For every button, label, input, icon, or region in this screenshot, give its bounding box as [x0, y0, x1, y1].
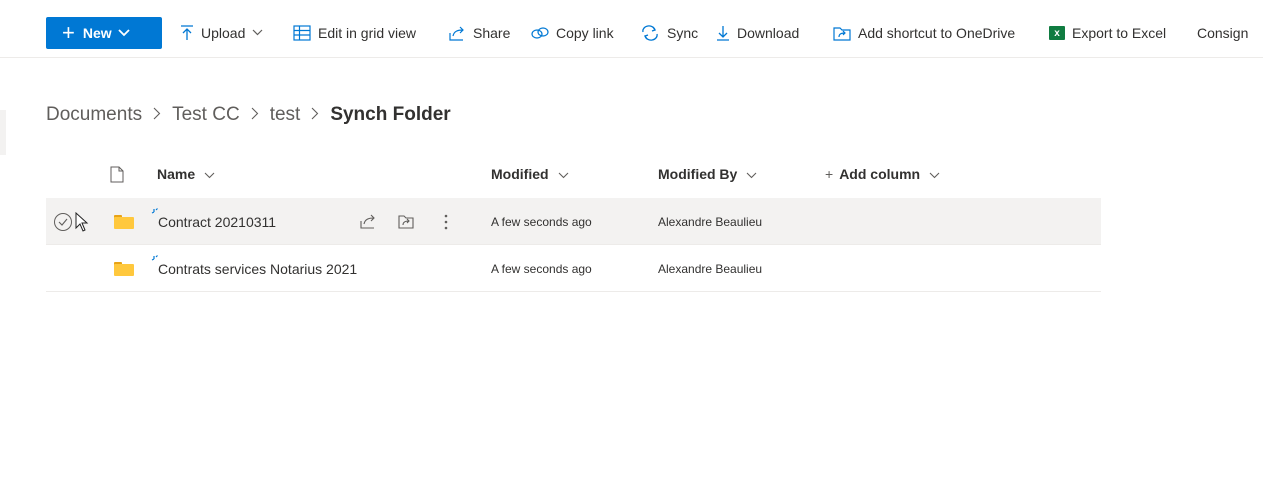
column-name-label: Name	[157, 166, 196, 182]
link-icon	[531, 26, 549, 40]
chevron-down-icon	[201, 170, 215, 182]
file-type-icon[interactable]	[110, 166, 124, 186]
sync-label: Sync	[667, 25, 699, 41]
row-modified: A few seconds ago	[491, 245, 592, 292]
row-select-checkbox[interactable]	[54, 198, 72, 245]
plus-icon: +	[62, 20, 75, 45]
list-header: Name Modified Modified By + Add column	[46, 152, 1101, 198]
cursor-pointer-icon	[75, 198, 89, 245]
row-modified-by-text: Alexandre Beaulieu	[658, 214, 763, 229]
download-label: Download	[737, 25, 800, 41]
row-modified-by-text: Alexandre Beaulieu	[658, 261, 763, 276]
share-label: Share	[473, 25, 511, 41]
chevron-down-icon	[118, 26, 130, 40]
row-name-link[interactable]: Contrats services Notarius 2021	[158, 245, 357, 292]
download-button[interactable]: Download	[716, 17, 799, 49]
add-column-button[interactable]: + Add column	[825, 166, 940, 182]
chevron-down-icon	[926, 170, 940, 182]
copy-link-label: Copy link	[556, 25, 614, 41]
row-share-button[interactable]	[360, 198, 376, 245]
column-header-name[interactable]: Name	[157, 166, 215, 182]
chevron-down-icon	[252, 27, 263, 39]
check-circle-icon	[54, 212, 72, 231]
sync-button[interactable]: Sync	[640, 17, 698, 49]
left-rail	[0, 110, 6, 155]
column-header-modified[interactable]: Modified	[491, 166, 569, 182]
export-excel-button[interactable]: x Export to Excel	[1049, 17, 1166, 49]
chevron-right-icon	[311, 107, 319, 123]
chevron-right-icon	[153, 107, 161, 123]
chevron-down-icon	[555, 170, 569, 182]
row-modified-by[interactable]: Alexandre Beaulieu	[658, 198, 762, 245]
plus-icon: +	[825, 166, 834, 182]
row-shortcut-button[interactable]	[398, 198, 414, 245]
excel-icon: x	[1049, 26, 1065, 40]
upload-label: Upload	[201, 25, 246, 41]
new-label: New	[82, 25, 112, 41]
upload-icon	[180, 25, 194, 41]
row-name: Contract 20210311	[158, 213, 277, 230]
breadcrumb-current: Synch Folder	[330, 104, 451, 125]
consign-label: Consign	[1197, 25, 1249, 41]
row-modified-text: A few seconds ago	[491, 261, 592, 276]
row-modified-by[interactable]: Alexandre Beaulieu	[658, 245, 762, 292]
edit-grid-button[interactable]: Edit in grid view	[293, 17, 416, 49]
breadcrumb: Documents Test CC test Synch Folder	[46, 100, 451, 130]
upload-button[interactable]: Upload	[180, 17, 263, 49]
chevron-right-icon	[251, 107, 259, 123]
row-modified-text: A few seconds ago	[491, 214, 592, 229]
column-header-modified-by[interactable]: Modified By	[658, 166, 757, 182]
add-shortcut-button[interactable]: Add shortcut to OneDrive	[833, 17, 1015, 49]
export-label: Export to Excel	[1072, 25, 1167, 41]
new-button[interactable]: + New	[46, 17, 162, 49]
more-icon[interactable]	[444, 198, 448, 245]
column-modified-label: Modified	[491, 166, 549, 182]
sync-icon	[640, 25, 660, 41]
share-button[interactable]: Share	[448, 17, 510, 49]
folder-icon	[114, 245, 134, 292]
list-row[interactable]: Contrats services Notarius 2021 A few se…	[46, 245, 1101, 292]
grid-icon	[293, 25, 311, 41]
breadcrumb-item-test[interactable]: test	[270, 104, 301, 126]
folder-icon	[114, 198, 134, 245]
row-name: Contrats services Notarius 2021	[158, 260, 358, 277]
shortcut-label: Add shortcut to OneDrive	[858, 25, 1016, 41]
row-name-link[interactable]: Contract 20210311	[158, 198, 276, 245]
breadcrumb-item-test-cc[interactable]: Test CC	[172, 104, 240, 126]
consign-button[interactable]: Consign	[1197, 17, 1248, 49]
chevron-down-icon	[743, 170, 757, 182]
row-modified: A few seconds ago	[491, 198, 592, 245]
add-column-label: Add column	[839, 166, 921, 182]
command-bar: + New Upload Edit in grid view Share Cop…	[0, 0, 1263, 58]
download-icon	[716, 25, 730, 41]
list-row[interactable]: Contract 20210311 A few seconds ago Alex…	[46, 198, 1101, 245]
column-modified-by-label: Modified By	[658, 166, 738, 182]
breadcrumb-item-documents[interactable]: Documents	[46, 104, 142, 126]
share-icon	[448, 25, 466, 41]
copy-link-button[interactable]: Copy link	[531, 17, 614, 49]
grid-label: Edit in grid view	[318, 25, 417, 41]
document-list: Name Modified Modified By + Add column C…	[46, 152, 1101, 292]
shortcut-icon	[833, 25, 851, 41]
